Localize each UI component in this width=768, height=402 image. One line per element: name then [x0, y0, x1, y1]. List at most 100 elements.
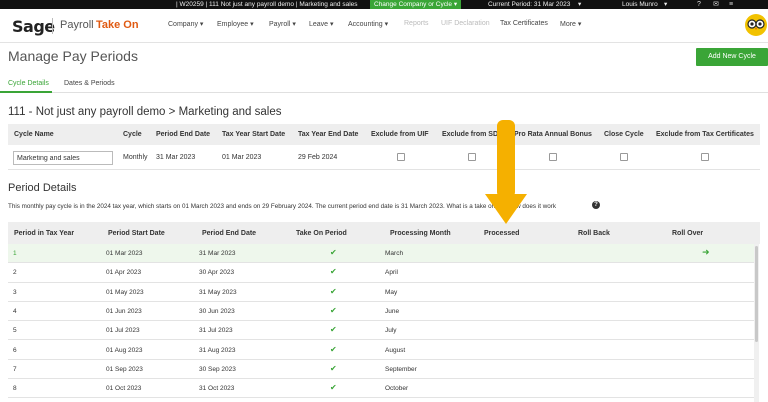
- mail-icon[interactable]: ✉: [713, 0, 719, 9]
- tab-bar: Cycle Details Dates & Periods: [0, 76, 768, 93]
- processing-month: August: [385, 346, 406, 354]
- period-start: 01 Jul 2023: [106, 327, 140, 335]
- check-icon: ✔: [330, 325, 337, 335]
- tab-cycle-details[interactable]: Cycle Details: [8, 80, 49, 87]
- user-menu[interactable]: Louis Munro: [622, 0, 658, 9]
- pro-rata-bonus-checkbox[interactable]: [549, 153, 557, 161]
- check-icon: ✔: [330, 383, 337, 393]
- cycle-table-header: Cycle Name Cycle Period End Date Tax Yea…: [8, 124, 760, 145]
- active-tab-indicator: [0, 91, 52, 93]
- page-title: Manage Pay Periods: [8, 48, 138, 64]
- col-exclude-uif: Exclude from UIF: [371, 131, 429, 138]
- module-name: Take On: [96, 19, 139, 31]
- period-start: 01 May 2023: [106, 288, 144, 296]
- col-processing-month: Processing Month: [390, 230, 451, 237]
- table-row: 2 01 Apr 2023 30 Apr 2023 ✔ April: [8, 263, 754, 283]
- nav-uif-declaration: UIF Declaration: [441, 20, 490, 27]
- table-row: 3 01 May 2023 31 May 2023 ✔ May: [8, 283, 754, 302]
- check-icon: ✔: [330, 248, 337, 257]
- period-number: 6: [13, 346, 17, 354]
- check-icon: ✔: [330, 363, 337, 373]
- col-tax-year-start: Tax Year Start Date: [222, 131, 286, 138]
- add-new-cycle-button[interactable]: Add New Cycle: [696, 48, 768, 66]
- period-start: 01 Sep 2023: [106, 365, 143, 373]
- nav-payroll[interactable]: Payroll ▾: [269, 20, 296, 28]
- product-name: Payroll: [60, 19, 94, 31]
- period-number: 3: [13, 288, 17, 296]
- period-start: 01 Jun 2023: [106, 307, 142, 315]
- nav-tax-certificates[interactable]: Tax Certificates: [500, 20, 548, 27]
- company-context: | W20259 | 111 Not just any payroll demo…: [176, 1, 358, 8]
- period-end: 31 May 2023: [199, 288, 237, 296]
- cycle-row: Monthly 31 Mar 2023 01 Mar 2023 29 Feb 2…: [8, 145, 760, 170]
- col-period-end-date: Period End Date: [156, 131, 211, 138]
- nav-employee[interactable]: Employee ▾: [217, 20, 254, 28]
- roll-over-arrow-icon[interactable]: ➜: [702, 247, 710, 258]
- col-roll-over: Roll Over: [672, 230, 704, 237]
- nav-company[interactable]: Company ▾: [168, 20, 203, 28]
- nav-reports: Reports: [404, 20, 429, 27]
- nav-accounting[interactable]: Accounting ▾: [348, 20, 388, 28]
- col-take-on-period: Take On Period: [296, 230, 347, 237]
- check-icon: ✔: [330, 286, 337, 296]
- table-row: 6 01 Aug 2023 31 Aug 2023 ✔ August: [8, 341, 754, 360]
- check-icon: ✔: [330, 344, 337, 354]
- menu-icon[interactable]: ≡: [729, 0, 733, 9]
- table-row: 4 01 Jun 2023 30 Jun 2023 ✔ June: [8, 302, 754, 322]
- nav-more[interactable]: More ▾: [560, 20, 581, 28]
- period-end: 30 Apr 2023: [199, 269, 235, 277]
- col-period-end-date: Period End Date: [202, 230, 257, 237]
- col-period-in-tax-year: Period in Tax Year: [14, 230, 75, 237]
- period-number: 8: [13, 385, 17, 393]
- processing-month: October: [385, 385, 409, 393]
- table-row[interactable]: 1 01 Mar 2023 31 Mar 2023 ✔ March ➜: [8, 244, 754, 264]
- col-cycle-name: Cycle Name: [14, 131, 54, 138]
- help-icon[interactable]: ?: [697, 0, 701, 9]
- logo-divider: [52, 18, 53, 34]
- col-exclude-tax-certs: Exclude from Tax Certificates: [656, 131, 754, 138]
- scrollbar-thumb[interactable]: [755, 246, 758, 342]
- sage-logo[interactable]: Sage: [12, 17, 55, 36]
- table-row: 8 01 Oct 2023 31 Oct 2023 ✔ October: [8, 379, 754, 399]
- processing-month: May: [385, 288, 398, 296]
- period-end: 31 Mar 2023: [199, 250, 236, 257]
- question-circle-icon[interactable]: ?: [592, 201, 600, 209]
- check-icon: ✔: [330, 267, 337, 277]
- exclude-uif-checkbox[interactable]: [397, 153, 405, 161]
- period-number: 4: [13, 307, 17, 315]
- period-end: 31 Jul 2023: [199, 327, 233, 335]
- col-exclude-sdl: Exclude from SDL: [442, 131, 503, 138]
- period-description: This monthly pay cycle is in the 2024 ta…: [8, 203, 557, 210]
- col-pro-rata-bonus: Pro Rata Annual Bonus: [514, 131, 592, 138]
- nav-leave[interactable]: Leave ▾: [309, 20, 334, 28]
- chevron-down-icon[interactable]: ▾: [578, 0, 581, 9]
- chevron-down-icon[interactable]: ▾: [664, 0, 667, 9]
- processing-month: April: [385, 269, 399, 277]
- tab-dates-periods[interactable]: Dates & Periods: [64, 80, 115, 87]
- cycle-name-input[interactable]: [13, 151, 113, 165]
- period-end: 31 Aug 2023: [199, 346, 236, 354]
- period-number: 7: [13, 365, 17, 373]
- app-header: Sage Payroll Take On Company ▾ Employee …: [0, 9, 768, 43]
- period-start: 01 Apr 2023: [106, 269, 142, 277]
- period-number: 1: [13, 250, 17, 257]
- exclude-sdl-checkbox[interactable]: [468, 153, 476, 161]
- processing-month: July: [385, 327, 397, 335]
- period-number: 2: [13, 269, 17, 277]
- period-details-title: Period Details: [8, 182, 77, 194]
- cycle-value: Monthly: [123, 154, 148, 161]
- period-end: 30 Jun 2023: [199, 307, 235, 315]
- exclude-tax-certs-checkbox[interactable]: [701, 153, 709, 161]
- period-start: 01 Oct 2023: [106, 385, 142, 393]
- close-cycle-checkbox[interactable]: [620, 153, 628, 161]
- period-table-header: Period in Tax Year Period Start Date Per…: [8, 222, 760, 244]
- current-period-dropdown[interactable]: Current Period: 31 Mar 2023: [488, 0, 570, 9]
- top-bar: | W20259 | 111 Not just any payroll demo…: [0, 0, 768, 9]
- processing-month: September: [385, 365, 417, 373]
- table-row: 7 01 Sep 2023 30 Sep 2023 ✔ September: [8, 360, 754, 380]
- period-start: 01 Aug 2023: [106, 346, 143, 354]
- col-roll-back: Roll Back: [578, 230, 610, 237]
- period-number: 5: [13, 327, 17, 335]
- change-company-button[interactable]: Change Company or Cycle ▾: [370, 0, 462, 9]
- check-icon: ✔: [330, 305, 337, 315]
